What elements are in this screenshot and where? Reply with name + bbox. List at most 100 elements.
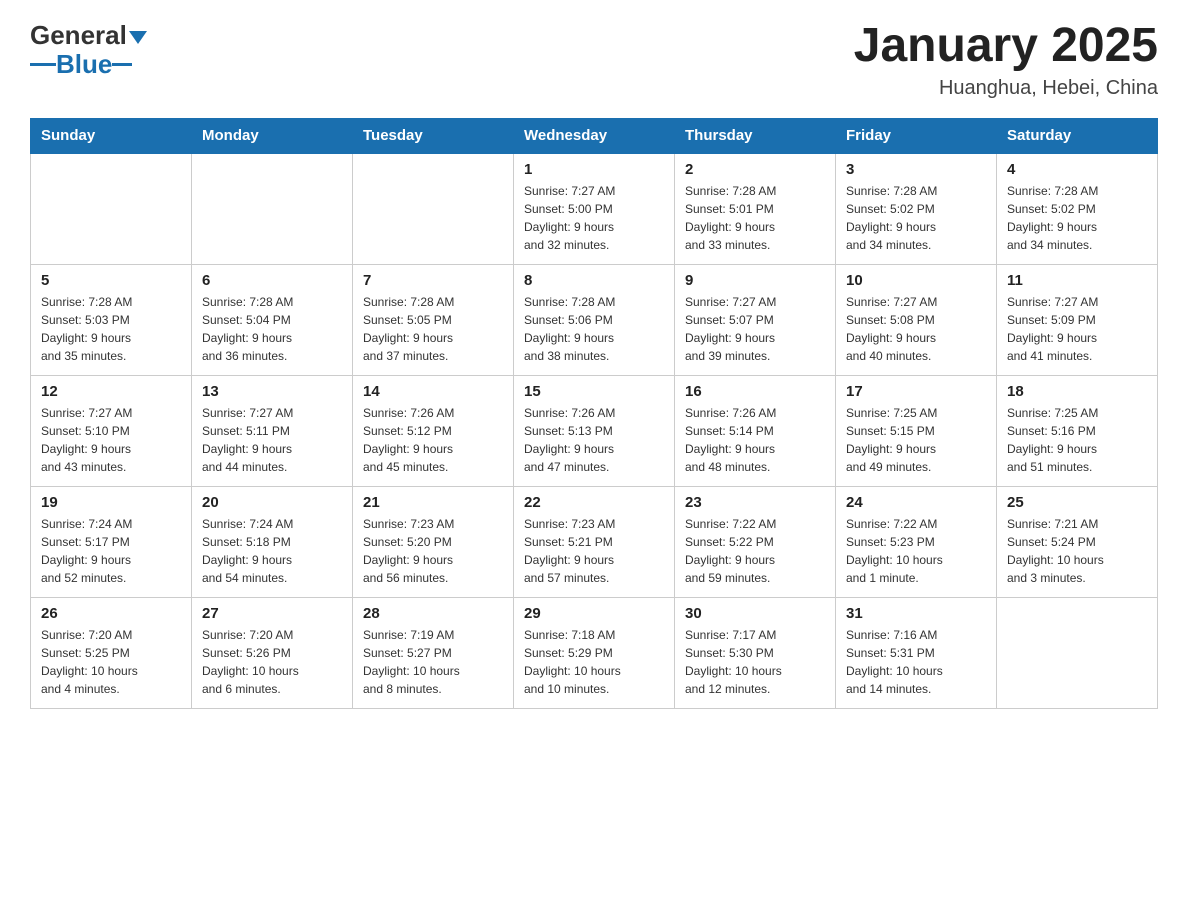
day-number: 19 — [41, 494, 181, 511]
calendar-header-row: SundayMondayTuesdayWednesdayThursdayFrid… — [31, 118, 1158, 153]
calendar-header-thursday: Thursday — [675, 118, 836, 153]
calendar-cell: 22 Sunrise: 7:23 AM Sunset: 5:21 PM Dayli… — [514, 486, 675, 597]
calendar-cell: 13 Sunrise: 7:27 AM Sunset: 5:11 PM Dayli… — [192, 375, 353, 486]
day-number: 18 — [1007, 383, 1147, 400]
day-number: 16 — [685, 383, 825, 400]
calendar-week-2: 5 Sunrise: 7:28 AM Sunset: 5:03 PM Daylig… — [31, 264, 1158, 375]
day-info: Sunrise: 7:23 AM Sunset: 5:21 PM Dayligh… — [524, 515, 664, 587]
calendar-header-sunday: Sunday — [31, 118, 192, 153]
day-info: Sunrise: 7:26 AM Sunset: 5:12 PM Dayligh… — [363, 404, 503, 476]
day-info: Sunrise: 7:26 AM Sunset: 5:14 PM Dayligh… — [685, 404, 825, 476]
day-info: Sunrise: 7:23 AM Sunset: 5:20 PM Dayligh… — [363, 515, 503, 587]
day-number: 22 — [524, 494, 664, 511]
day-number: 30 — [685, 605, 825, 622]
calendar-cell: 28Sunrise: 7:19 AM Sunset: 5:27 PM Dayli… — [353, 597, 514, 708]
day-info: Sunrise: 7:28 AM Sunset: 5:02 PM Dayligh… — [846, 182, 986, 254]
day-number: 13 — [202, 383, 342, 400]
day-number: 26 — [41, 605, 181, 622]
calendar-cell: 19Sunrise: 7:24 AM Sunset: 5:17 PM Dayli… — [31, 486, 192, 597]
day-info: Sunrise: 7:25 AM Sunset: 5:15 PM Dayligh… — [846, 404, 986, 476]
day-info: Sunrise: 7:26 AM Sunset: 5:13 PM Dayligh… — [524, 404, 664, 476]
day-number: 21 — [363, 494, 503, 511]
day-info: Sunrise: 7:16 AM Sunset: 5:31 PM Dayligh… — [846, 626, 986, 698]
calendar-header-friday: Friday — [836, 118, 997, 153]
logo-triangle-icon — [129, 31, 147, 44]
day-info: Sunrise: 7:28 AM Sunset: 5:03 PM Dayligh… — [41, 293, 181, 365]
calendar-week-1: 1 Sunrise: 7:27 AM Sunset: 5:00 PM Daylig… — [31, 153, 1158, 265]
calendar-cell: 14 Sunrise: 7:26 AM Sunset: 5:12 PM Dayli… — [353, 375, 514, 486]
calendar-header-wednesday: Wednesday — [514, 118, 675, 153]
day-number: 1 — [524, 161, 664, 178]
day-number: 29 — [524, 605, 664, 622]
day-info: Sunrise: 7:24 AM Sunset: 5:18 PM Dayligh… — [202, 515, 342, 587]
day-info: Sunrise: 7:27 AM Sunset: 5:00 PM Dayligh… — [524, 182, 664, 254]
day-info: Sunrise: 7:28 AM Sunset: 5:04 PM Dayligh… — [202, 293, 342, 365]
day-number: 17 — [846, 383, 986, 400]
day-number: 25 — [1007, 494, 1147, 511]
day-number: 9 — [685, 272, 825, 289]
calendar-cell: 9 Sunrise: 7:27 AM Sunset: 5:07 PM Daylig… — [675, 264, 836, 375]
title-block: January 2025 Huanghua, Hebei, China — [854, 20, 1158, 100]
calendar-cell: 31 Sunrise: 7:16 AM Sunset: 5:31 PM Dayli… — [836, 597, 997, 708]
day-number: 10 — [846, 272, 986, 289]
calendar-cell: 8Sunrise: 7:28 AM Sunset: 5:06 PM Daylig… — [514, 264, 675, 375]
logo: General Blue — [30, 20, 147, 77]
calendar-cell: 11 Sunrise: 7:27 AM Sunset: 5:09 PM Dayli… — [997, 264, 1158, 375]
day-info: Sunrise: 7:27 AM Sunset: 5:11 PM Dayligh… — [202, 404, 342, 476]
calendar-cell: 10 Sunrise: 7:27 AM Sunset: 5:08 PM Dayli… — [836, 264, 997, 375]
calendar-cell: 25 Sunrise: 7:21 AM Sunset: 5:24 PM Dayli… — [997, 486, 1158, 597]
day-number: 8 — [524, 272, 664, 289]
day-number: 31 — [846, 605, 986, 622]
day-info: Sunrise: 7:20 AM Sunset: 5:26 PM Dayligh… — [202, 626, 342, 698]
day-number: 11 — [1007, 272, 1147, 289]
day-number: 7 — [363, 272, 503, 289]
calendar-cell — [192, 153, 353, 265]
calendar-cell: 24Sunrise: 7:22 AM Sunset: 5:23 PM Dayli… — [836, 486, 997, 597]
day-number: 4 — [1007, 161, 1147, 178]
calendar-cell: 20Sunrise: 7:24 AM Sunset: 5:18 PM Dayli… — [192, 486, 353, 597]
calendar-cell: 4 Sunrise: 7:28 AM Sunset: 5:02 PM Daylig… — [997, 153, 1158, 265]
calendar-header-saturday: Saturday — [997, 118, 1158, 153]
day-info: Sunrise: 7:19 AM Sunset: 5:27 PM Dayligh… — [363, 626, 503, 698]
day-info: Sunrise: 7:27 AM Sunset: 5:07 PM Dayligh… — [685, 293, 825, 365]
calendar-cell: 3Sunrise: 7:28 AM Sunset: 5:02 PM Daylig… — [836, 153, 997, 265]
page-header: General Blue January 2025 Huanghua, Hebe… — [30, 20, 1158, 100]
calendar-cell — [31, 153, 192, 265]
calendar-cell — [997, 597, 1158, 708]
calendar-week-3: 12 Sunrise: 7:27 AM Sunset: 5:10 PM Dayli… — [31, 375, 1158, 486]
calendar-cell: 15 Sunrise: 7:26 AM Sunset: 5:13 PM Dayli… — [514, 375, 675, 486]
calendar-week-4: 19Sunrise: 7:24 AM Sunset: 5:17 PM Dayli… — [31, 486, 1158, 597]
calendar-cell: 21 Sunrise: 7:23 AM Sunset: 5:20 PM Dayli… — [353, 486, 514, 597]
day-number: 5 — [41, 272, 181, 289]
day-info: Sunrise: 7:17 AM Sunset: 5:30 PM Dayligh… — [685, 626, 825, 698]
calendar-header-monday: Monday — [192, 118, 353, 153]
month-title: January 2025 — [854, 20, 1158, 73]
logo-blue: Blue — [56, 51, 112, 77]
day-info: Sunrise: 7:27 AM Sunset: 5:10 PM Dayligh… — [41, 404, 181, 476]
calendar-cell: 16 Sunrise: 7:26 AM Sunset: 5:14 PM Dayli… — [675, 375, 836, 486]
day-number: 23 — [685, 494, 825, 511]
calendar-cell: 1 Sunrise: 7:27 AM Sunset: 5:00 PM Daylig… — [514, 153, 675, 265]
day-info: Sunrise: 7:27 AM Sunset: 5:09 PM Dayligh… — [1007, 293, 1147, 365]
calendar-cell: 5 Sunrise: 7:28 AM Sunset: 5:03 PM Daylig… — [31, 264, 192, 375]
day-number: 12 — [41, 383, 181, 400]
location-title: Huanghua, Hebei, China — [854, 77, 1158, 100]
calendar-cell: 26 Sunrise: 7:20 AM Sunset: 5:25 PM Dayli… — [31, 597, 192, 708]
day-number: 27 — [202, 605, 342, 622]
calendar-header-tuesday: Tuesday — [353, 118, 514, 153]
day-info: Sunrise: 7:27 AM Sunset: 5:08 PM Dayligh… — [846, 293, 986, 365]
calendar-cell: 23Sunrise: 7:22 AM Sunset: 5:22 PM Dayli… — [675, 486, 836, 597]
day-number: 6 — [202, 272, 342, 289]
day-info: Sunrise: 7:25 AM Sunset: 5:16 PM Dayligh… — [1007, 404, 1147, 476]
day-info: Sunrise: 7:20 AM Sunset: 5:25 PM Dayligh… — [41, 626, 181, 698]
calendar-cell: 29 Sunrise: 7:18 AM Sunset: 5:29 PM Dayli… — [514, 597, 675, 708]
calendar-cell — [353, 153, 514, 265]
calendar-week-5: 26 Sunrise: 7:20 AM Sunset: 5:25 PM Dayli… — [31, 597, 1158, 708]
day-number: 15 — [524, 383, 664, 400]
calendar-table: SundayMondayTuesdayWednesdayThursdayFrid… — [30, 118, 1158, 709]
day-info: Sunrise: 7:28 AM Sunset: 5:02 PM Dayligh… — [1007, 182, 1147, 254]
day-info: Sunrise: 7:18 AM Sunset: 5:29 PM Dayligh… — [524, 626, 664, 698]
day-info: Sunrise: 7:28 AM Sunset: 5:05 PM Dayligh… — [363, 293, 503, 365]
day-number: 14 — [363, 383, 503, 400]
day-info: Sunrise: 7:21 AM Sunset: 5:24 PM Dayligh… — [1007, 515, 1147, 587]
